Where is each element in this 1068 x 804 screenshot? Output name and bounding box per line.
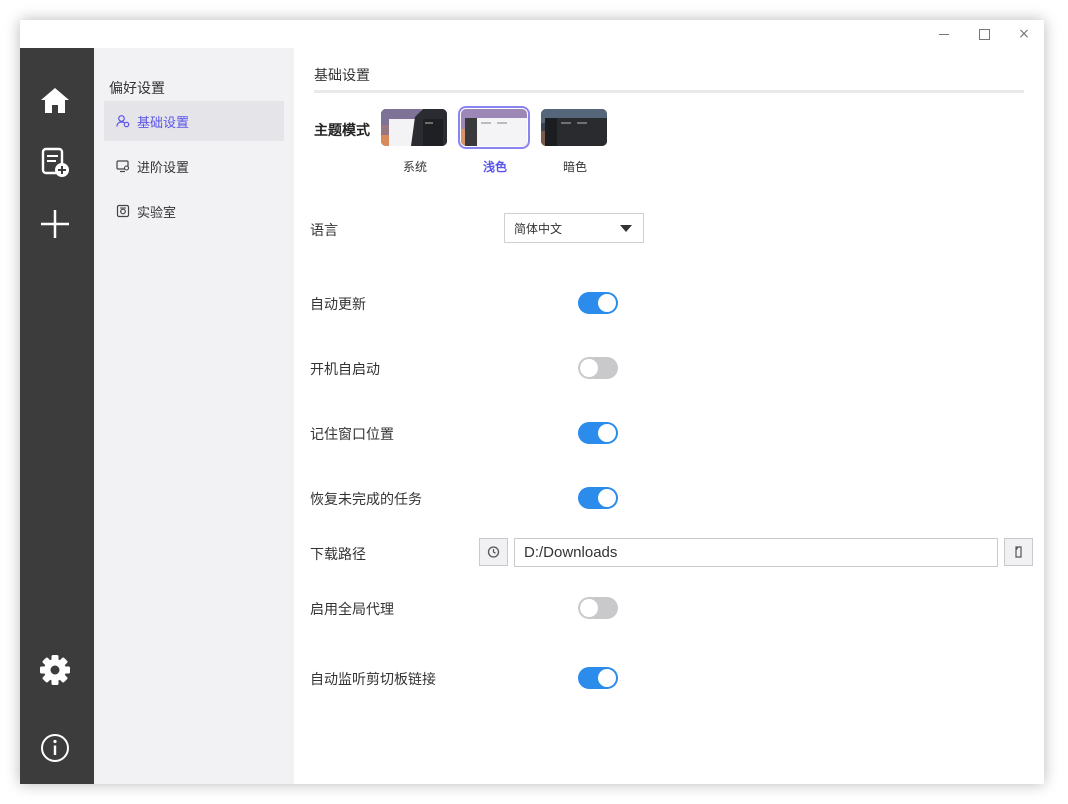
minimize-button[interactable]	[930, 22, 958, 46]
auto-update-label: 自动更新	[310, 297, 366, 313]
plus-icon[interactable]	[37, 206, 73, 242]
download-path-label: 下载路径	[310, 547, 366, 563]
preferences-nav: 偏好设置 基础设置 进阶设置 实验室	[94, 48, 294, 784]
section-divider	[314, 90, 1024, 93]
maximize-button[interactable]	[970, 22, 998, 46]
auto-update-toggle[interactable]	[578, 292, 618, 314]
browse-folder-button[interactable]	[1004, 538, 1033, 566]
remember-window-label: 记住窗口位置	[310, 427, 394, 443]
monitor-gear-icon	[116, 159, 130, 173]
nav-item-advanced[interactable]: 进阶设置	[104, 146, 284, 186]
app-window: × 偏好设置 基础设置 进阶设置 实验室 基础设置 主题模式 系统 浅色 暗色 …	[20, 20, 1044, 784]
add-task-icon[interactable]	[37, 144, 73, 180]
nav-item-label: 实验室	[137, 206, 177, 221]
dropdown-arrow-icon	[620, 225, 632, 232]
close-button[interactable]: ×	[1010, 22, 1038, 46]
download-path-input[interactable]	[514, 538, 998, 567]
language-label: 语言	[310, 223, 338, 239]
theme-dark-caption: 暗色	[562, 160, 587, 174]
settings-icon[interactable]	[37, 652, 73, 688]
settings-content: 基础设置 主题模式 系统 浅色 暗色 语言 简体中文 自动更新 开机自启动 记住…	[294, 48, 1044, 784]
theme-system-caption: 系统	[402, 160, 427, 174]
nav-item-label: 基础设置	[137, 116, 190, 131]
history-button[interactable]	[479, 538, 508, 566]
clipboard-monitor-label: 自动监听剪切板链接	[310, 672, 436, 688]
theme-system-thumbnail[interactable]	[381, 109, 447, 146]
home-icon[interactable]	[37, 82, 73, 118]
lab-icon	[116, 204, 130, 218]
resume-tasks-toggle[interactable]	[578, 487, 618, 509]
language-select[interactable]: 简体中文	[504, 213, 644, 243]
title-bar: ×	[20, 20, 1044, 48]
nav-item-basic[interactable]: 基础设置	[104, 101, 284, 141]
user-gear-icon	[116, 114, 130, 128]
sidebar-rail	[20, 48, 94, 784]
autostart-toggle[interactable]	[578, 357, 618, 379]
theme-light-caption: 浅色	[482, 160, 507, 174]
language-value: 简体中文	[514, 222, 563, 236]
clipboard-monitor-toggle[interactable]	[578, 667, 618, 689]
theme-dark-thumbnail[interactable]	[541, 109, 607, 146]
nav-item-lab[interactable]: 实验室	[104, 191, 284, 231]
global-proxy-toggle[interactable]	[578, 597, 618, 619]
remember-window-toggle[interactable]	[578, 422, 618, 444]
nav-item-label: 进阶设置	[137, 161, 190, 176]
theme-label: 主题模式	[314, 123, 370, 139]
section-title: 基础设置	[314, 68, 370, 84]
info-icon[interactable]	[37, 730, 73, 766]
autostart-label: 开机自启动	[310, 362, 380, 378]
resume-tasks-label: 恢复未完成的任务	[310, 492, 422, 508]
global-proxy-label: 启用全局代理	[310, 602, 394, 618]
nav-header: 偏好设置	[109, 81, 165, 97]
theme-light-thumbnail[interactable]	[458, 106, 530, 149]
